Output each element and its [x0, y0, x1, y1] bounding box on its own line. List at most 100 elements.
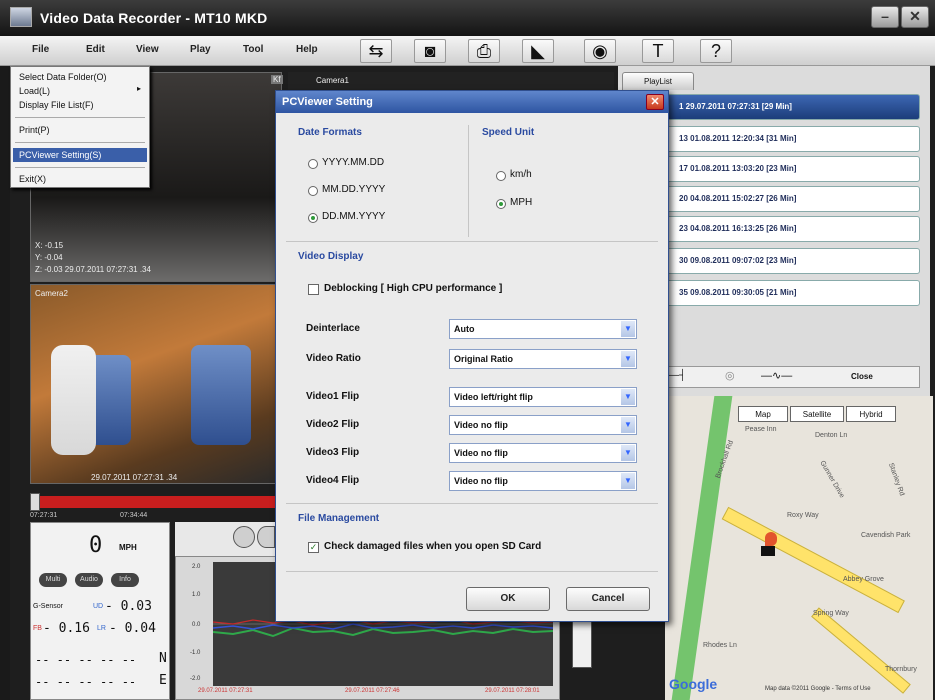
radio-speed-kmh[interactable] — [496, 171, 506, 181]
play-button[interactable] — [257, 526, 275, 548]
setting-label: Deinterlace — [306, 323, 360, 334]
speed-value: 0 — [89, 533, 103, 558]
cancel-button[interactable]: Cancel — [566, 587, 650, 611]
app-icon — [10, 7, 32, 27]
clapper-icon[interactable]: ◣ — [522, 39, 554, 63]
speed-option-label: km/h — [510, 169, 532, 180]
seek-icon[interactable]: —┤ — [669, 370, 686, 381]
menu-item-select-folder[interactable]: Select Data Folder(O) — [19, 72, 107, 82]
folder-icon[interactable]: ⇆ — [360, 39, 392, 63]
menu-edit[interactable]: Edit — [86, 44, 105, 55]
map-tab-hybrid[interactable]: Hybrid — [846, 406, 896, 422]
map-tab-satellite[interactable]: Satellite — [790, 406, 844, 422]
check-damaged-checkbox[interactable]: ✓ — [308, 542, 319, 553]
radio-speed-mph[interactable] — [496, 199, 506, 209]
info-button[interactable]: Info — [111, 573, 139, 587]
setting-label: Video4 Flip — [306, 475, 360, 486]
section-divider — [286, 241, 658, 242]
playlist-item[interactable]: 35 09.08.2011 09:30:05 [21 Min] — [664, 280, 920, 306]
radio-date-mmddyyyy[interactable] — [308, 186, 318, 196]
rewind-button[interactable] — [233, 526, 255, 548]
map-label: Thornbury — [885, 666, 917, 673]
video-corner-badge: Kf — [271, 75, 283, 84]
speed-unit: MPH — [119, 543, 137, 552]
playback-controls — [175, 522, 275, 556]
playlist-item[interactable]: 30 09.08.2011 09:07:02 [23 Min] — [664, 248, 920, 274]
menu-bar: File Edit View Play Tool Help ⇆ ◙ ⎙ ◣ ◉ … — [0, 36, 935, 66]
menu-separator — [15, 142, 145, 143]
minimize-button[interactable]: – — [871, 6, 899, 28]
video-timeline[interactable] — [30, 496, 275, 508]
map-road — [811, 607, 911, 694]
video2-flip-select[interactable]: Video no flip ▼ — [449, 415, 637, 435]
map-panel[interactable]: Pease Inn Denton Ln Brockhall Rd Roxy Wa… — [665, 396, 933, 700]
menu-file[interactable]: File — [32, 44, 49, 55]
camera1-info-y: Y: -0.04 — [35, 253, 63, 262]
audio-button[interactable]: Audio — [75, 573, 103, 587]
video1-flip-select[interactable]: Video left/right flip ▼ — [449, 387, 637, 407]
chevron-down-icon: ▼ — [621, 321, 635, 337]
camera1-info-x: X: -0.15 — [35, 241, 64, 250]
deblocking-checkbox[interactable] — [308, 284, 319, 295]
menu-view[interactable]: View — [136, 44, 159, 55]
help-icon[interactable]: ? — [700, 39, 732, 63]
google-logo: Google — [669, 676, 718, 692]
date-option-label: DD.MM.YYYY — [322, 211, 386, 222]
direction-dashes-n: -- -- -- -- -- — [35, 653, 137, 667]
timeline-slider-handle[interactable] — [30, 493, 40, 511]
multi-button[interactable]: Multi — [39, 573, 67, 587]
graph-ytick: 0.0 — [192, 622, 201, 628]
playlist-item[interactable]: 13 01.08.2011 12:20:34 [31 Min] — [664, 126, 920, 152]
playlist-item[interactable]: 23 04.08.2011 16:13:25 [26 Min] — [664, 216, 920, 242]
video-pane-camera2[interactable]: Camera2 29.07.2011 07:27:31 .34 — [30, 284, 282, 484]
menu-tool[interactable]: Tool — [243, 44, 263, 55]
radio-date-ddmmyyyy[interactable] — [308, 213, 318, 223]
hammer-icon[interactable]: T — [642, 39, 674, 63]
menu-item-display-file-list[interactable]: Display File List(F) — [19, 100, 94, 110]
graph-timestamp: 29.07.2011 07:27:46 — [345, 688, 400, 694]
section-divider — [286, 503, 658, 504]
signal-icon[interactable]: —∿— — [761, 369, 792, 382]
graph-ytick: -2.0 — [190, 676, 201, 682]
playlist-item[interactable]: 17 01.08.2011 13:03:20 [23 Min] — [664, 156, 920, 182]
video4-flip-select[interactable]: Video no flip ▼ — [449, 471, 637, 491]
ok-button[interactable]: OK — [466, 587, 550, 611]
map-label: Denton Ln — [815, 432, 848, 439]
pcviewer-setting-dialog: PCViewer Setting ✕ Date Formats YYYY.MM.… — [275, 90, 669, 622]
deinterlace-select[interactable]: Auto ▼ — [449, 319, 637, 339]
setting-label: Video Ratio — [306, 353, 361, 364]
menu-item-print[interactable]: Print(P) — [19, 125, 50, 135]
video-display-heading: Video Display — [298, 251, 364, 262]
menu-item-exit[interactable]: Exit(X) — [19, 174, 46, 184]
ud-label: UD — [93, 603, 104, 610]
menu-play[interactable]: Play — [190, 44, 211, 55]
driver-image — [51, 345, 96, 455]
speed-option-label: MPH — [510, 197, 533, 208]
dialog-close-button[interactable]: ✕ — [646, 94, 664, 110]
menu-item-pcviewer-setting[interactable]: PCViewer Setting(S) — [19, 150, 101, 160]
menu-item-load[interactable]: Load(L) — [19, 86, 50, 96]
close-window-button[interactable]: ✕ — [901, 6, 929, 28]
gsensor-label: G-Sensor — [33, 603, 63, 610]
camera2-timestamp: 29.07.2011 07:27:31 .34 — [91, 473, 178, 482]
tab-playlist[interactable]: PlayList — [622, 72, 694, 90]
setting-label: Video1 Flip — [306, 391, 360, 402]
playlist-item[interactable]: 20 04.08.2011 15:02:27 [26 Min] — [664, 186, 920, 212]
loop-icon[interactable]: ◎ — [725, 369, 735, 382]
playlist-item[interactable]: 1 29.07.2011 07:27:31 [29 Min] — [664, 94, 920, 120]
radio-date-yyyymmdd[interactable] — [308, 159, 318, 169]
map-tab-map[interactable]: Map — [738, 406, 788, 422]
time-mid: 07:34:44 — [120, 512, 148, 519]
video-ratio-select[interactable]: Original Ratio ▼ — [449, 349, 637, 369]
menu-help[interactable]: Help — [296, 44, 318, 55]
print-icon[interactable]: ⎙ — [468, 39, 500, 63]
video3-flip-select[interactable]: Video no flip ▼ — [449, 443, 637, 463]
playlist-close-button[interactable]: Close — [851, 372, 873, 381]
location-marker-icon[interactable] — [765, 532, 777, 546]
map-label: Pease Inn — [745, 426, 777, 433]
graph-timestamp: 29.07.2011 07:28:01 — [485, 688, 540, 694]
select-value: Original Ratio — [454, 354, 514, 364]
camera-icon[interactable]: ◙ — [414, 39, 446, 63]
disc-icon[interactable]: ◉ — [584, 39, 616, 63]
graph-ytick: 1.0 — [192, 592, 201, 598]
